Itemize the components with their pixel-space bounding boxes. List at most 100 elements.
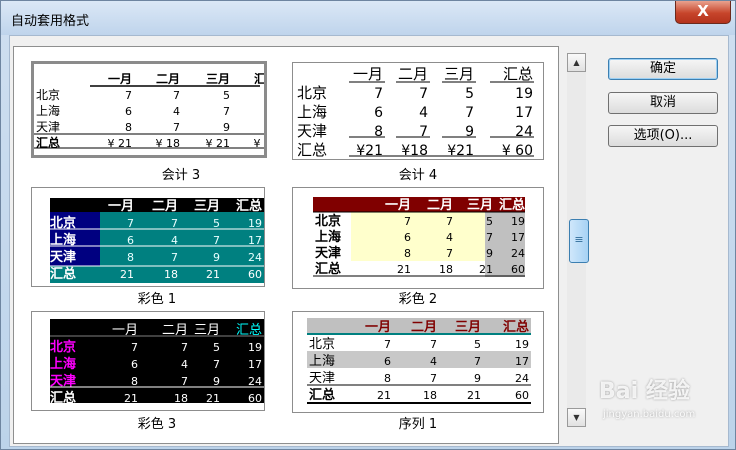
format-tile-list1[interactable]: 一月 二月 三月 汇总 北京 7 7 5 19 上海 6 4 7 17 天津 8 7 9 24 汇总 21 18 21 60	[292, 311, 544, 413]
header-text: 汇总	[254, 71, 264, 86]
cell-value: 19	[511, 215, 525, 228]
cell-value: 24	[515, 372, 529, 385]
cell-value: 24	[511, 247, 525, 260]
row-label: 上海	[50, 232, 76, 248]
header-text: 二月	[398, 65, 428, 83]
header-text: 三月	[194, 323, 220, 338]
gallery-scrollbar[interactable]: ▲ ≡ ▼	[567, 53, 589, 427]
header-text: 三月	[455, 320, 481, 335]
cell-value: 60	[515, 389, 529, 402]
preview-accounting3: 一月二月三月汇总北京77519上海64717天津87924汇总¥ 21¥ 18¥…	[34, 71, 264, 150]
header-text: 三月	[444, 65, 474, 83]
cell-value: 21	[120, 268, 134, 281]
cancel-button[interactable]: 取消	[608, 92, 718, 114]
header-text: 三月	[206, 72, 230, 86]
body-fill	[50, 319, 264, 403]
cell-value: 19	[248, 341, 262, 354]
header-text: 二月	[411, 320, 437, 335]
header-text: 汇总	[503, 65, 533, 83]
cell-value: ¥21	[356, 143, 383, 159]
row-label: 汇总	[309, 387, 335, 403]
cell-value: 7	[181, 341, 188, 354]
scroll-thumb[interactable]: ≡	[569, 219, 589, 263]
cell-value: 21	[377, 389, 391, 402]
cell-value: 4	[430, 355, 437, 368]
cell-value: 5	[465, 86, 474, 102]
row-label: 上海	[36, 103, 60, 118]
row-label: 汇总	[315, 261, 341, 277]
cell-value: 18	[164, 268, 178, 281]
cell-value: 9	[474, 372, 481, 385]
cell-value: 7	[173, 89, 180, 102]
cell-value: 8	[127, 251, 134, 264]
cell-value: ¥ 60	[502, 143, 533, 159]
cell-value: 21	[397, 263, 411, 276]
cell-value: 18	[423, 389, 437, 402]
cell-value: 60	[248, 268, 262, 281]
cell-value: 17	[248, 234, 262, 247]
cell-value: 7	[127, 217, 134, 230]
cell-value: 6	[404, 231, 411, 244]
header-text: 一月	[108, 199, 134, 214]
row-label: 天津	[50, 249, 76, 265]
header-text: 汇总	[503, 319, 529, 335]
format-tile-accounting4[interactable]: 一月 二月 三月 汇总 北京 7 7 5 19 上海 6 4 7 17 天津 8 7 9 24 汇总 ¥21 ¥18 ¥21…	[292, 62, 544, 160]
preview-accounting4: 一月 二月 三月 汇总北京 7 7 5 19上海 6 4 7 17天津 8 7 9 24汇总 ¥21 ¥18 ¥21…	[297, 65, 534, 159]
row-label: 上海	[297, 103, 327, 121]
row-label: 上海	[50, 356, 76, 372]
cell-value: 21	[479, 263, 493, 276]
scroll-up-button[interactable]: ▲	[567, 53, 586, 72]
options-button[interactable]: 选项(O)...	[608, 125, 718, 147]
row-label: 北京	[50, 339, 76, 355]
cell-value: 9	[486, 247, 493, 260]
close-button[interactable]: X	[675, 1, 731, 24]
cell-value: 21	[206, 392, 220, 405]
cell-value: 24	[248, 375, 262, 388]
band-fill	[307, 334, 531, 351]
row-label: 上海	[309, 354, 335, 369]
ok-button[interactable]: 确定	[608, 58, 718, 80]
cell-value: 5	[223, 89, 230, 102]
cell-value: 7	[173, 121, 180, 134]
row-label: 北京	[309, 337, 335, 352]
format-tile-accounting3[interactable]: 一月二月三月汇总北京77519上海64717天津87924汇总¥ 21¥ 18¥…	[31, 61, 267, 158]
band-fill	[307, 351, 531, 368]
preview-colorful3: 一月 二月 三月 汇总北京 7 7 5 19上海 6 4 7 17天津 8 7 9 24汇总 21 18 21 60	[50, 319, 264, 406]
format-tile-colorful2[interactable]: 一月 二月 三月 汇总 北京 7 7 5 19 上海 6 4 7 17 天津 8 7 9 24 汇总 21 18 21 60	[292, 187, 544, 289]
cell-value: ¥21	[447, 143, 474, 159]
cell-value: 19	[248, 217, 262, 230]
cell-value: 7	[374, 86, 383, 102]
cell-value: 7	[384, 338, 391, 351]
row-label: 天津	[36, 120, 60, 134]
row-label: 天津	[309, 371, 335, 386]
cell-value: 9	[213, 251, 220, 264]
cell-value: 7	[213, 358, 220, 371]
cell-value: 24	[515, 124, 533, 140]
header-text: 三月	[467, 198, 493, 213]
preview-list1: 一月 二月 三月 汇总北京 7 7 5 19上海 6 4 7 17天津 8 7 9 24汇总 21 18 21 60	[307, 318, 531, 404]
cell-value: 9	[465, 124, 474, 140]
scroll-down-button[interactable]: ▼	[567, 408, 586, 427]
cell-value: 19	[515, 86, 533, 102]
cell-value: 4	[419, 105, 428, 121]
format-tile-colorful3[interactable]: 一月 二月 三月 汇总 北京 7 7 5 19 上海 6 4 7 17 天津 8 7 9 24 汇总 21 18 21 60	[31, 311, 265, 411]
format-tile-colorful1[interactable]: 一月 二月 三月 汇总 北京 7 7 5 19 上海 6 4 7 17 天津 8 7 9 24 汇总 21 18 21 60	[31, 187, 265, 287]
cell-value: 7	[419, 86, 428, 102]
cell-value: 60	[511, 263, 525, 276]
row-label: 汇总	[50, 390, 76, 406]
header-text: 二月	[156, 72, 180, 86]
cell-value: 4	[446, 231, 453, 244]
format-gallery[interactable]: 一月二月三月汇总北京77519上海64717天津87924汇总¥ 21¥ 18¥…	[13, 46, 559, 444]
cell-value: 7	[446, 215, 453, 228]
cell-value: 7	[171, 217, 178, 230]
cell-value: 8	[374, 124, 383, 140]
cell-value: 21	[206, 268, 220, 281]
body-fill	[351, 212, 485, 261]
format-caption-accounting3: 会计 3	[161, 168, 201, 183]
header-fill	[313, 197, 525, 212]
cell-value: 24	[248, 251, 262, 264]
cell-value: 17	[515, 105, 533, 121]
cell-value: 7	[419, 124, 428, 140]
row-label: 汇总	[297, 141, 327, 159]
row-label: 天津	[297, 122, 327, 140]
